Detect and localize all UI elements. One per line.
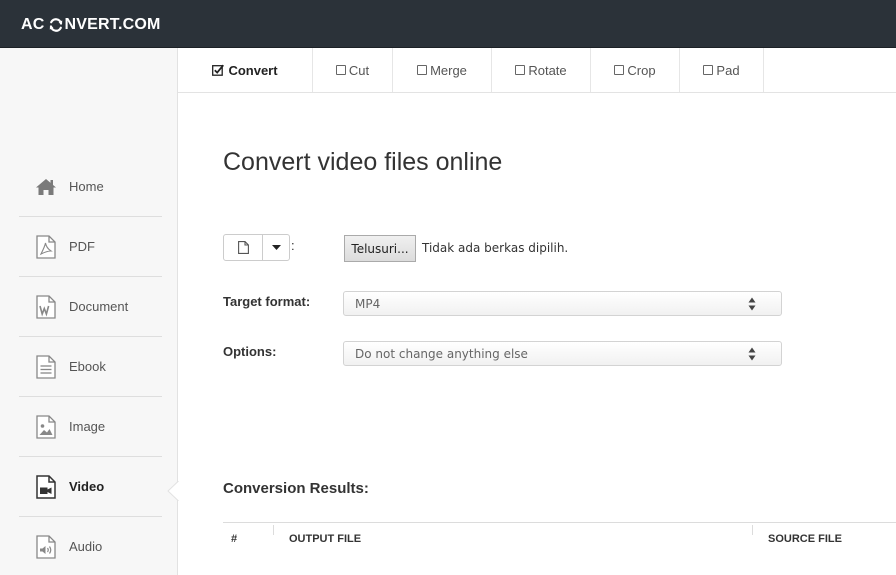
sidebar-item-label: Document	[69, 299, 129, 314]
file-source-dropdown-button[interactable]	[263, 235, 289, 260]
tab-pad[interactable]: Pad	[680, 48, 764, 92]
target-format-value: MP4	[355, 296, 381, 311]
browse-file-button[interactable]: Telusuri...	[344, 235, 416, 262]
file-icon	[237, 241, 249, 254]
file-source-button[interactable]	[224, 235, 263, 260]
checkbox-icon	[515, 65, 526, 75]
page-title: Convert video files online	[223, 148, 503, 176]
tab-label: Merge	[430, 62, 467, 78]
sidebar-item-label: PDF	[69, 239, 95, 254]
sidebar-item-pdf[interactable]: PDF	[19, 217, 162, 277]
top-header: AC NVERT.COM	[0, 0, 896, 48]
site-logo[interactable]: AC NVERT.COM	[21, 15, 161, 35]
checkbox-icon	[335, 65, 346, 75]
sidebar-item-label: Image	[69, 419, 106, 434]
column-header-output-file: OUTPUT FILE	[289, 533, 362, 545]
tab-label: Rotate	[528, 62, 567, 78]
conversion-results-title: Conversion Results:	[223, 480, 369, 497]
checked-checkbox-icon	[212, 64, 225, 76]
column-divider	[752, 525, 753, 535]
sidebar-item-label: Ebook	[69, 359, 106, 374]
sidebar-item-home[interactable]: Home	[19, 157, 162, 217]
target-format-select[interactable]: MP4	[343, 291, 782, 316]
file-label-colon: :	[291, 238, 295, 253]
tab-merge[interactable]: Merge	[393, 48, 492, 92]
column-divider	[273, 525, 274, 535]
sidebar-item-ebook[interactable]: Ebook	[19, 337, 162, 397]
tab-cut[interactable]: Cut	[313, 48, 393, 92]
tab-label: Cut	[348, 62, 370, 78]
caret-down-icon	[271, 245, 281, 250]
checkbox-icon	[417, 65, 428, 75]
sidebar-item-document[interactable]: Document	[19, 277, 162, 337]
no-file-chosen-text: Tidak ada berkas dipilih.	[422, 241, 569, 255]
column-header-number: #	[231, 533, 238, 545]
ebook-file-icon	[34, 354, 58, 380]
sidebar-item-video[interactable]: Video	[19, 457, 162, 517]
options-label: Options:	[223, 344, 277, 359]
pdf-file-icon	[34, 234, 58, 260]
logo-text-right: NVERT.COM	[64, 16, 161, 33]
refresh-icon	[49, 18, 62, 32]
video-file-icon	[34, 474, 58, 500]
select-arrows-icon	[748, 347, 756, 361]
select-arrows-icon	[748, 297, 756, 311]
tab-label: Crop	[627, 62, 656, 78]
sidebar-item-label: Video	[69, 479, 105, 494]
file-source-selector	[223, 234, 290, 261]
checkbox-icon	[614, 65, 625, 75]
tab-crop[interactable]: Crop	[591, 48, 680, 92]
sidebar-item-audio[interactable]: Audio	[19, 517, 162, 575]
sidebar-item-image[interactable]: Image	[19, 397, 162, 457]
checkbox-icon	[703, 65, 714, 75]
tab-label: Pad	[716, 62, 740, 78]
tab-convert[interactable]: Convert	[178, 48, 313, 92]
options-select[interactable]: Do not change anything else	[343, 341, 782, 366]
active-item-pointer	[167, 481, 179, 501]
column-header-source-file: SOURCE FILE	[768, 533, 842, 545]
sidebar-item-label: Home	[69, 179, 104, 194]
logo-text-left: AC	[21, 16, 45, 33]
tab-rotate[interactable]: Rotate	[492, 48, 591, 92]
sidebar-item-label: Audio	[69, 539, 103, 554]
tool-tabs: Convert Cut Merge Rotate Crop Pad	[178, 48, 896, 93]
word-document-icon	[34, 294, 58, 320]
audio-file-icon	[34, 534, 58, 560]
home-icon	[34, 174, 58, 200]
image-file-icon	[34, 414, 58, 440]
target-format-label: Target format:	[223, 294, 311, 309]
conversion-results-table: # OUTPUT FILE SOURCE FILE	[223, 522, 896, 575]
options-value: Do not change anything else	[355, 346, 528, 361]
tab-label: Convert	[228, 62, 278, 78]
